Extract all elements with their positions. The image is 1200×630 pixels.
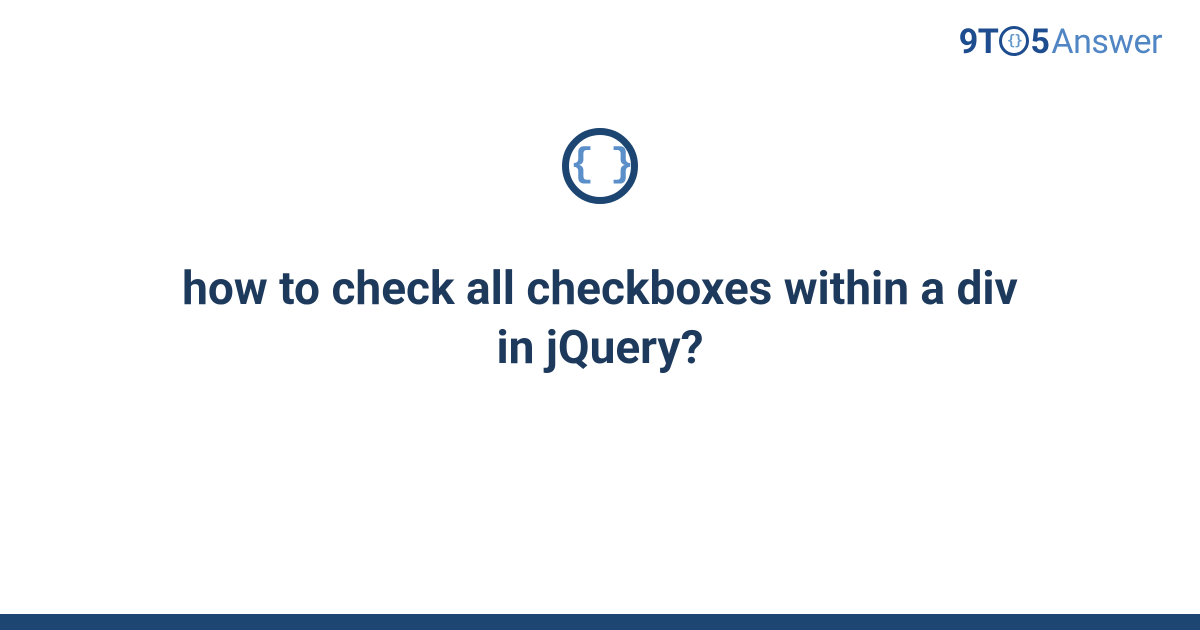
brand-text-9t: 9T <box>959 22 999 62</box>
brand-text-5: 5 <box>1030 22 1049 62</box>
content-center: { } how to check all checkboxes within a… <box>0 128 1200 378</box>
brand-braces-icon: {} <box>999 26 1029 56</box>
brand-text-answer: Answer <box>1051 22 1162 62</box>
curly-braces-icon: { } <box>570 146 630 186</box>
brand-braces-inner: {} <box>1007 33 1022 49</box>
bottom-accent-bar <box>0 614 1200 630</box>
code-category-icon: { } <box>562 128 638 204</box>
question-title: how to check all checkboxes within a div… <box>140 260 1060 378</box>
brand-logo[interactable]: 9T {} 5 Answer <box>959 22 1162 62</box>
